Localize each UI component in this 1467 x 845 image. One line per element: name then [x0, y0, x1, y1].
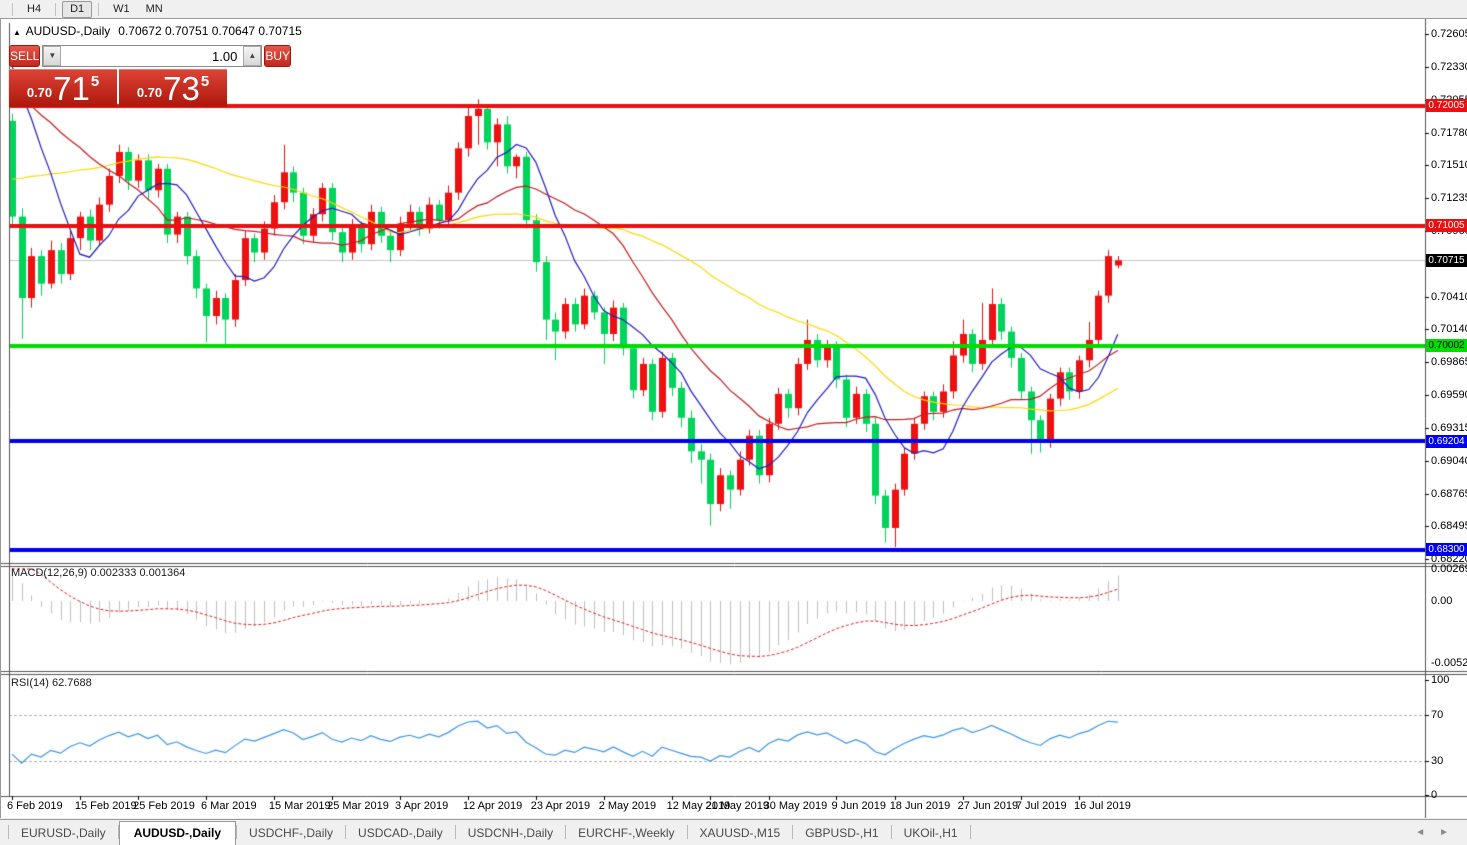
price-axis-label: 0.69865 — [1431, 356, 1467, 368]
volume-stepper: ▼ ▲ — [42, 45, 262, 67]
macd-axis-label: 0.002694 — [1431, 563, 1467, 575]
macd-axis-label: -0.005242 — [1431, 657, 1467, 669]
price-axis-label: 0.68765 — [1431, 488, 1467, 500]
date-axis-label: 25 Feb 2019 — [133, 800, 195, 812]
price-axis-label: 0.69315 — [1431, 422, 1467, 434]
date-axis-label: 27 Jun 2019 — [958, 800, 1019, 812]
current-price-tag: 0.70715 — [1426, 254, 1467, 267]
date-axis-label: 2 May 2019 — [599, 800, 656, 812]
date-axis-label: 15 Feb 2019 — [75, 800, 137, 812]
sell-button[interactable]: SELL — [9, 45, 40, 67]
tab-gbpusd-h1[interactable]: GBPUSD-,H1 — [793, 822, 890, 845]
date-axis-label: 6 Feb 2019 — [7, 800, 63, 812]
chart-header: ▲ AUDUSD-,Daily 0.70672 0.70751 0.70647 … — [13, 24, 302, 38]
ask-price-box[interactable]: 0.70 73 5 — [119, 69, 227, 107]
date-axis-label: 25 Mar 2019 — [327, 800, 389, 812]
tab-audusd-daily[interactable]: AUDUSD-,Daily — [119, 821, 236, 845]
date-axis-label: 18 Jun 2019 — [890, 800, 951, 812]
rsi-indicator-label: RSI(14) 62.7688 — [11, 677, 92, 689]
date-axis-label: 9 Jun 2019 — [832, 800, 886, 812]
chart-window: ▲ AUDUSD-,Daily 0.70672 0.70751 0.70647 … — [0, 18, 1467, 818]
ask-price-big: 73 — [163, 74, 200, 104]
rsi-axis-label: 30 — [1431, 755, 1443, 767]
macd-indicator-label: MACD(12,26,9) 0.002333 0.001364 — [11, 567, 185, 579]
timeframe-button-w1[interactable]: W1 — [105, 1, 138, 18]
level-price-tag: 0.68300 — [1426, 543, 1467, 556]
price-axis-label: 0.68495 — [1431, 520, 1467, 532]
date-axis-label: 16 Jul 2019 — [1074, 800, 1131, 812]
chart-ohlc-values: 0.70672 0.70751 0.70647 0.70715 — [118, 24, 302, 38]
buy-button[interactable]: BUY — [264, 45, 291, 67]
one-click-trade-panel: SELL ▼ ▲ BUY 0.70 71 5 0.70 73 5 — [9, 45, 228, 107]
tab-scroll-controls: ◄► — [1415, 827, 1467, 845]
volume-decrease-icon[interactable]: ▼ — [43, 46, 61, 66]
tab-ukoil-h1[interactable]: UKOil-,H1 — [892, 822, 970, 845]
bid-price-small: 0.70 — [27, 85, 52, 100]
toolbar-separator — [12, 3, 13, 16]
tab-usdcad-daily[interactable]: USDCAD-,Daily — [346, 822, 455, 845]
price-axis-label: 0.69590 — [1431, 389, 1467, 401]
macd-axis-label: 0.00 — [1431, 595, 1452, 607]
ask-price-small: 0.70 — [137, 85, 162, 100]
ask-price-pip: 5 — [201, 73, 209, 90]
tab-usdcnh-daily[interactable]: USDCNH-,Daily — [456, 822, 565, 845]
price-axis-label: 0.69040 — [1431, 455, 1467, 467]
date-axis-label: 15 Mar 2019 — [269, 800, 331, 812]
tab-separator — [970, 825, 971, 839]
tab-eurusd-daily[interactable]: EURUSD-,Daily — [9, 822, 118, 845]
collapse-triangle-icon[interactable]: ▲ AUDUSD-,Daily — [13, 24, 110, 38]
bid-price-big: 71 — [53, 74, 90, 104]
date-axis-label: 7 Jul 2019 — [1016, 800, 1067, 812]
trading-terminal: { "toolbar": { "timeframes": [ { "label"… — [0, 0, 1467, 845]
rsi-axis-label: 0 — [1431, 789, 1437, 801]
level-price-tag: 0.71005 — [1426, 219, 1467, 232]
price-axis-label: 0.70410 — [1431, 291, 1467, 303]
toolbar-separator — [55, 3, 56, 16]
timeframe-toolbar: H4 D1 W1MN — [0, 0, 1467, 18]
toolbar-separator — [98, 3, 99, 16]
rsi-axis-label: 70 — [1431, 709, 1443, 721]
price-chart-canvas[interactable] — [1, 19, 1467, 818]
date-axis-label: 23 Apr 2019 — [531, 800, 590, 812]
date-axis-label: 12 Apr 2019 — [463, 800, 522, 812]
bid-price-pip: 5 — [91, 73, 99, 90]
tab-usdchf-daily[interactable]: USDCHF-,Daily — [237, 822, 345, 845]
level-price-tag: 0.72005 — [1426, 99, 1467, 112]
date-axis-label: 21 May 2019 — [705, 800, 769, 812]
tab-xauusd-m15[interactable]: XAUUSD-,M15 — [688, 822, 793, 845]
date-axis-label: 30 May 2019 — [764, 800, 828, 812]
level-price-tag: 0.70002 — [1426, 339, 1467, 352]
price-axis-label: 0.71235 — [1431, 192, 1467, 204]
date-axis-label: 6 Mar 2019 — [201, 800, 257, 812]
date-axis-label: 3 Apr 2019 — [395, 800, 448, 812]
tab-scroll-left-icon[interactable]: ◄ — [1415, 827, 1425, 838]
timeframe-button-d1[interactable]: D1 — [62, 1, 92, 18]
price-axis-label: 0.72330 — [1431, 61, 1467, 73]
chart-tab-bar: EURUSD-,DailyAUDUSD-,DailyUSDCHF-,DailyU… — [0, 819, 1467, 845]
price-axis-label: 0.71780 — [1431, 127, 1467, 139]
price-axis-label: 0.71510 — [1431, 159, 1467, 171]
tab-eurchf-weekly[interactable]: EURCHF-,Weekly — [566, 822, 686, 845]
level-price-tag: 0.69204 — [1426, 435, 1467, 448]
chart-symbol-label: AUDUSD-,Daily — [26, 24, 111, 38]
timeframe-button-mn[interactable]: MN — [138, 1, 171, 18]
price-axis-label: 0.72605 — [1431, 28, 1467, 40]
volume-input[interactable] — [61, 46, 243, 66]
timeframe-button-h4[interactable]: H4 — [19, 1, 49, 18]
tab-scroll-right-icon[interactable]: ► — [1439, 827, 1449, 838]
bid-price-box[interactable]: 0.70 71 5 — [9, 69, 117, 107]
price-axis-label: 0.70140 — [1431, 323, 1467, 335]
rsi-axis-label: 100 — [1431, 674, 1449, 686]
volume-increase-icon[interactable]: ▲ — [243, 46, 261, 66]
